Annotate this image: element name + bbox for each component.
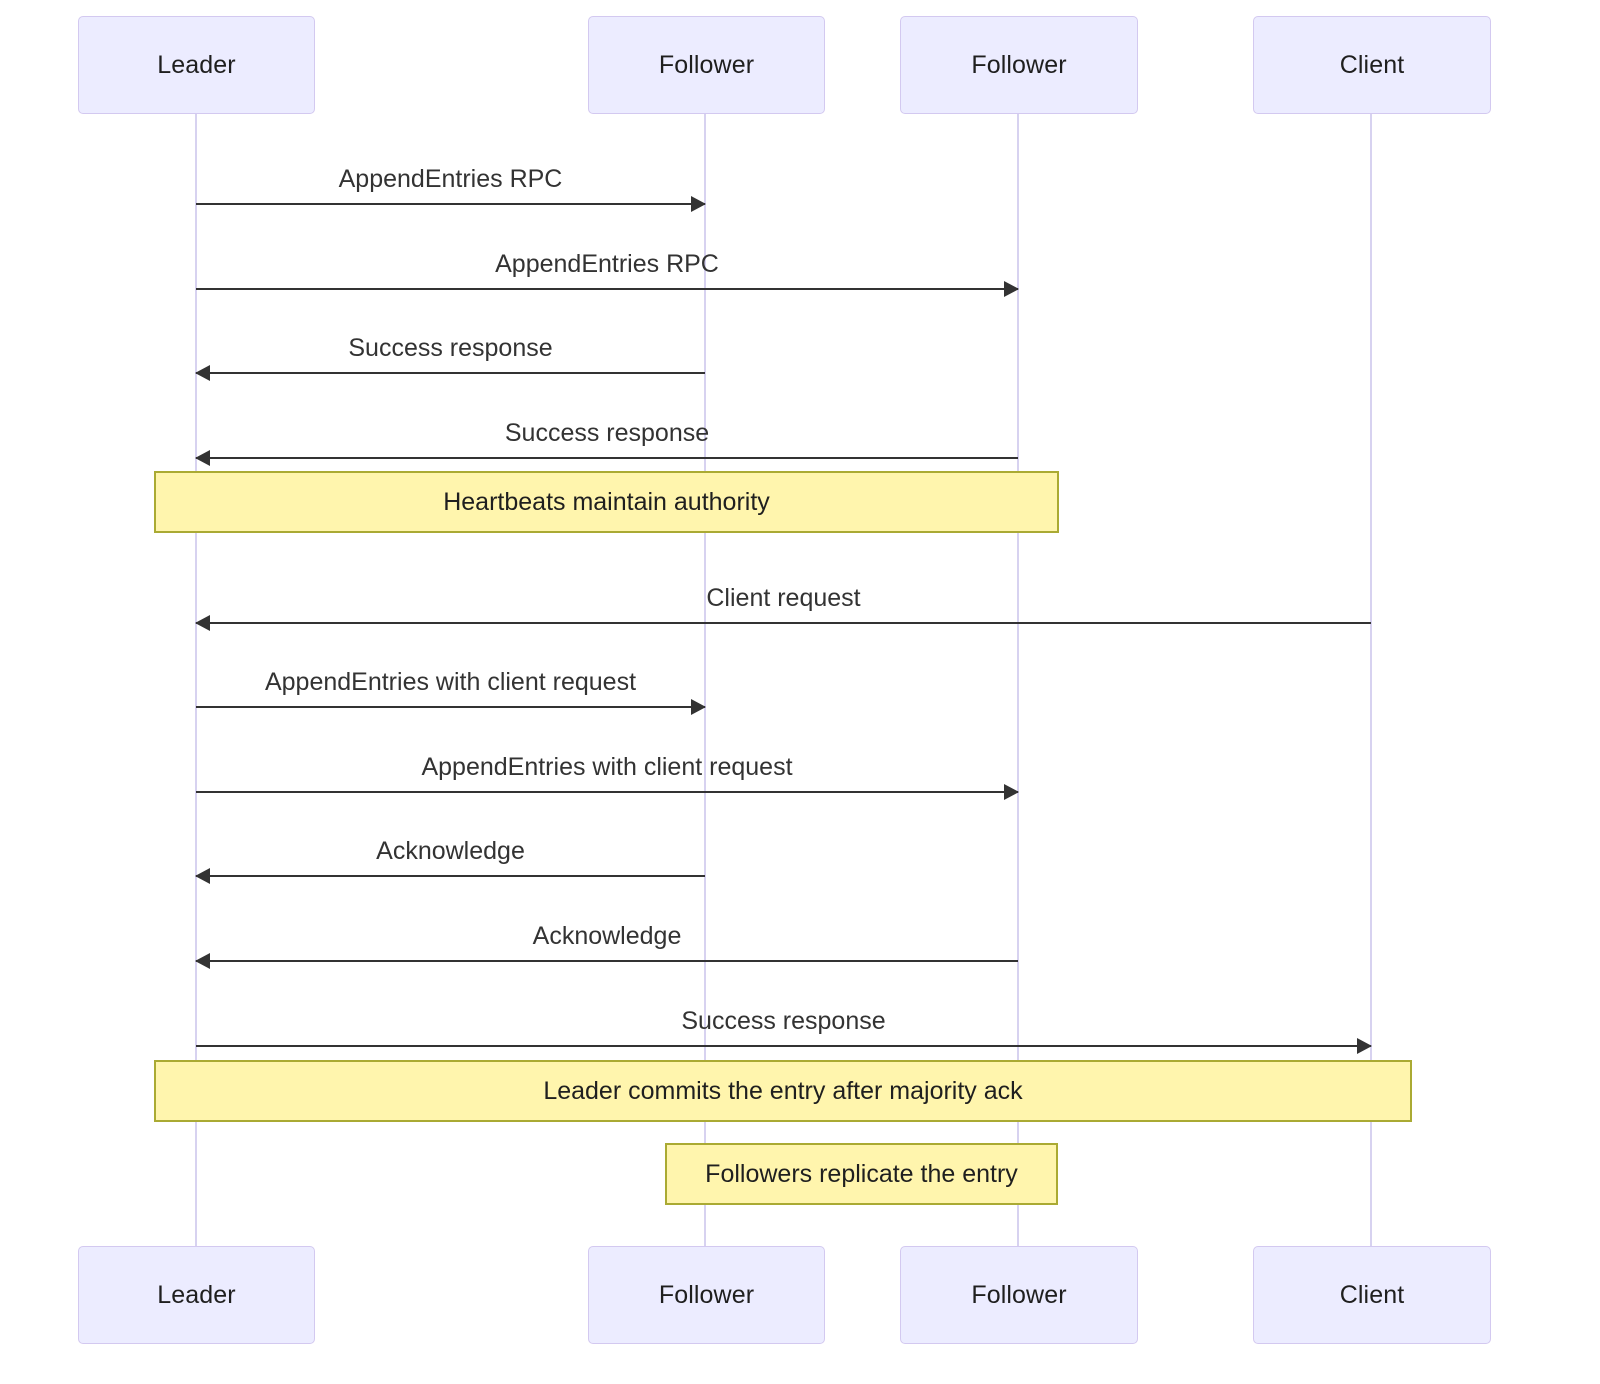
message-4[interactable]: Success response	[195, 419, 1018, 466]
arrowhead-right-icon-1	[691, 195, 706, 212]
participant-label-client-top: Client	[1339, 50, 1405, 79]
arrowhead-right-icon-6	[691, 698, 706, 715]
participant-box-leader-top[interactable]: Leader	[78, 16, 315, 114]
note-leader-commits: Leader commits the entry after majority …	[154, 1060, 1412, 1122]
message-label-1: AppendEntries RPC	[338, 165, 563, 193]
message-6[interactable]: AppendEntries with client request	[196, 668, 706, 715]
message-line-8	[196, 875, 705, 878]
message-line-5	[196, 622, 1371, 625]
message-line-3	[196, 372, 705, 375]
sequence-diagram: Leader Follower Follower Client AppendEn…	[0, 0, 1600, 1384]
arrowhead-left-icon-4	[195, 449, 210, 466]
note-text-followers-replicate: Followers replicate the entry	[705, 1159, 1018, 1188]
message-line-7	[196, 791, 1018, 794]
message-line-4	[196, 457, 1018, 460]
arrowhead-right-icon-2	[1004, 280, 1019, 297]
note-followers-replicate: Followers replicate the entry	[665, 1143, 1058, 1205]
note-text-heartbeats: Heartbeats maintain authority	[443, 487, 770, 516]
participant-box-follower1-bottom[interactable]: Follower	[588, 1246, 825, 1344]
message-7[interactable]: AppendEntries with client request	[196, 753, 1019, 800]
message-label-6: AppendEntries with client request	[264, 668, 637, 696]
participant-label-follower1-bottom: Follower	[658, 1280, 755, 1309]
message-line-2	[196, 288, 1018, 291]
message-label-9: Acknowledge	[532, 922, 682, 950]
arrowhead-right-icon-7	[1004, 783, 1019, 800]
message-label-8: Acknowledge	[376, 837, 525, 865]
participant-label-client-bottom: Client	[1339, 1280, 1405, 1309]
arrowhead-left-icon-3	[195, 364, 210, 381]
message-label-7: AppendEntries with client request	[421, 753, 793, 781]
message-label-10: Success response	[681, 1007, 886, 1035]
message-line-1	[196, 203, 705, 206]
message-10[interactable]: Success response	[196, 1007, 1372, 1054]
message-3[interactable]: Success response	[195, 334, 705, 381]
arrowhead-left-icon-8	[195, 867, 210, 884]
message-label-3: Success response	[348, 334, 553, 362]
message-8[interactable]: Acknowledge	[195, 837, 705, 884]
message-label-5: Client request	[706, 584, 861, 612]
participant-label-leader-bottom: Leader	[157, 1280, 236, 1309]
note-heartbeats: Heartbeats maintain authority	[154, 471, 1059, 533]
message-1[interactable]: AppendEntries RPC	[196, 165, 706, 212]
participant-label-leader-top: Leader	[157, 50, 236, 79]
arrowhead-left-icon-9	[195, 952, 210, 969]
message-label-4: Success response	[504, 419, 710, 447]
participant-box-client-bottom[interactable]: Client	[1253, 1246, 1491, 1344]
message-line-10	[196, 1045, 1371, 1048]
arrowhead-left-icon-5	[195, 614, 210, 631]
message-9[interactable]: Acknowledge	[195, 922, 1018, 969]
message-label-2: AppendEntries RPC	[495, 250, 719, 278]
participant-box-follower2-top[interactable]: Follower	[900, 16, 1138, 114]
message-line-6	[196, 706, 705, 709]
message-line-9	[196, 960, 1018, 963]
arrowhead-right-icon-10	[1357, 1037, 1372, 1054]
participant-label-follower2-bottom: Follower	[971, 1280, 1067, 1309]
participant-box-follower1-top[interactable]: Follower	[588, 16, 825, 114]
message-2[interactable]: AppendEntries RPC	[196, 250, 1019, 297]
participant-box-client-top[interactable]: Client	[1253, 16, 1491, 114]
participant-box-follower2-bottom[interactable]: Follower	[900, 1246, 1138, 1344]
message-5[interactable]: Client request	[195, 584, 1371, 631]
participant-label-follower1-top: Follower	[658, 50, 755, 79]
participant-box-leader-bottom[interactable]: Leader	[78, 1246, 315, 1344]
participant-label-follower2-top: Follower	[971, 50, 1067, 79]
note-text-leader-commits: Leader commits the entry after majority …	[543, 1076, 1023, 1105]
